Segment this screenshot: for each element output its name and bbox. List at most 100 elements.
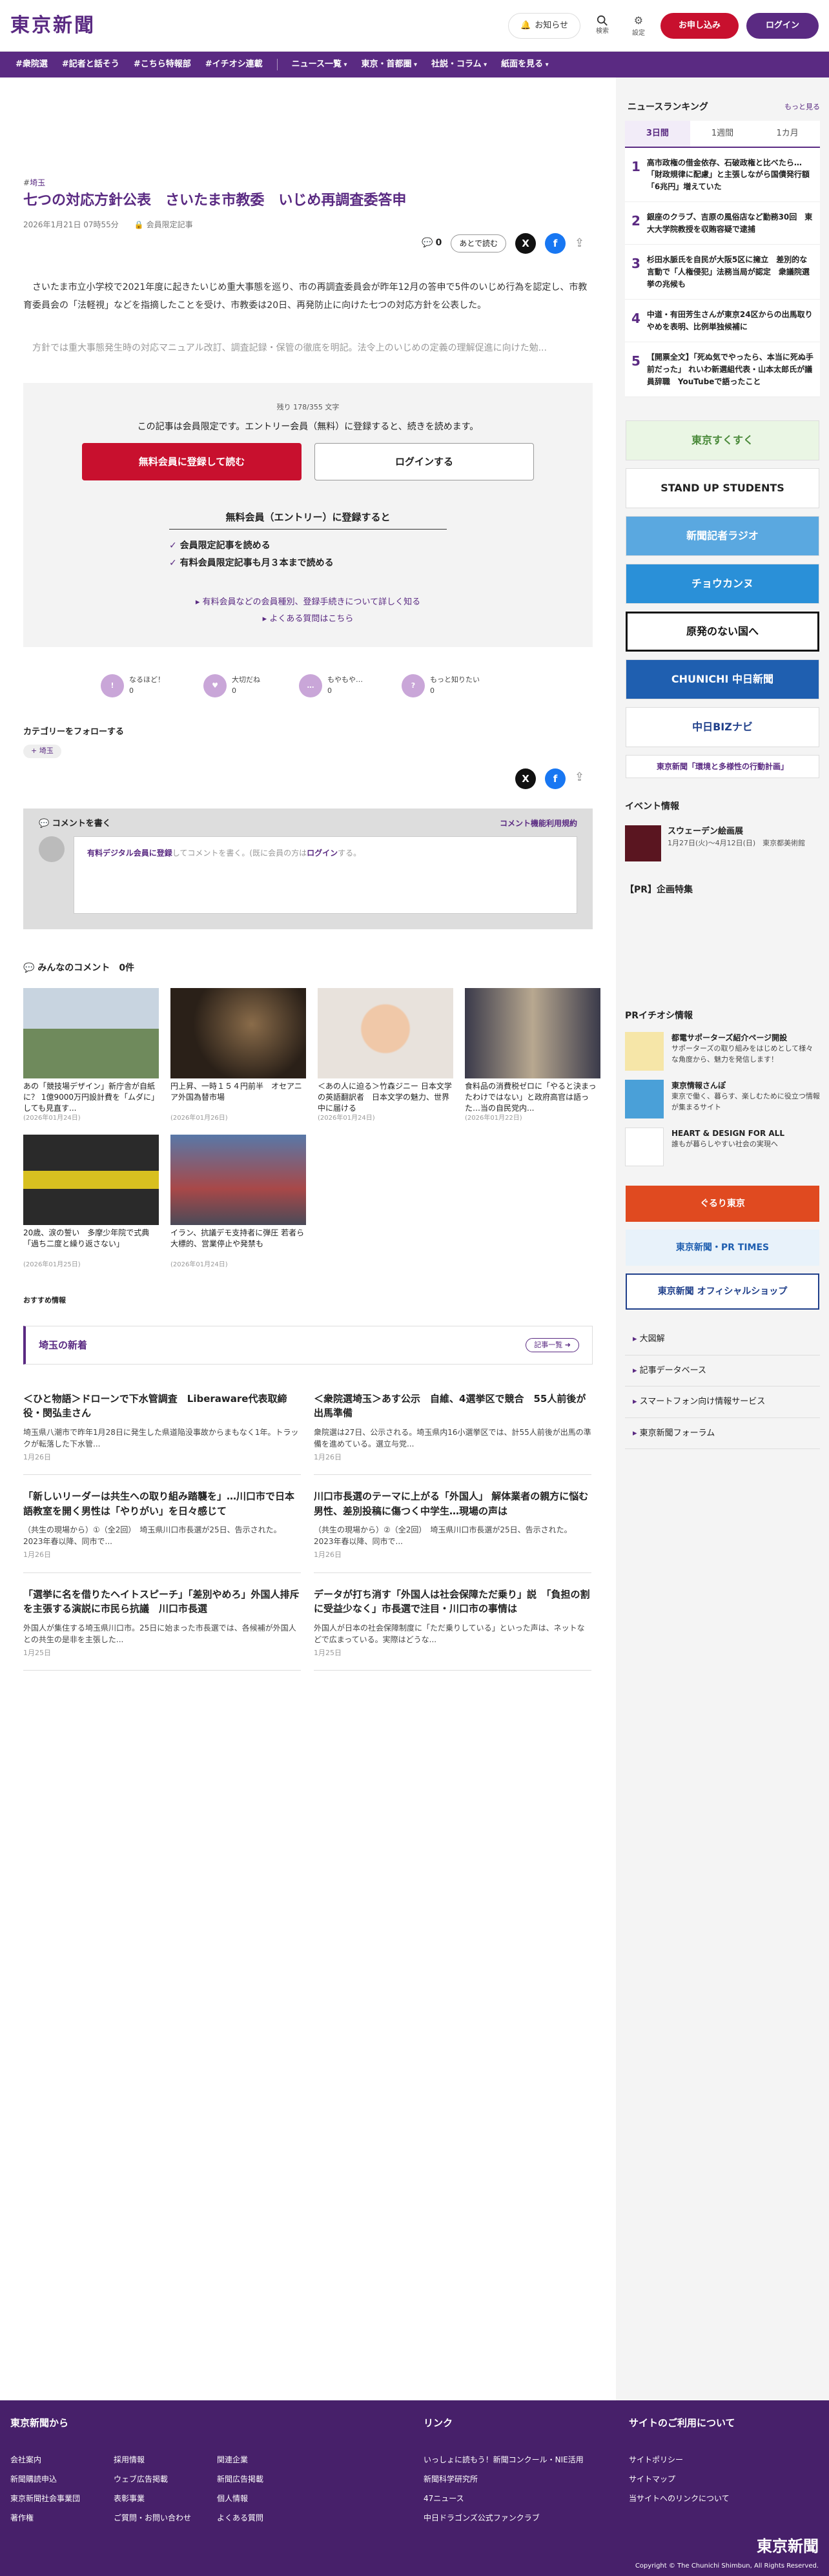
reaction-button[interactable]: ? もっと知りたい 0 (402, 674, 480, 697)
news-more-button[interactable]: 記事一覧 ➜ (526, 1337, 579, 1353)
share-icon[interactable]: ⇪ (575, 234, 593, 252)
footer-link[interactable]: 関連企業 (217, 2454, 314, 2466)
footer-link[interactable]: いっしょに読もう！新聞コンクール・NIE活用 (424, 2454, 629, 2466)
question-icon: ? (402, 674, 425, 697)
footer-link[interactable]: 個人情報 (217, 2493, 314, 2504)
tab-3days[interactable]: 3日間 (625, 121, 690, 147)
comment-count[interactable]: 💬 0 (422, 236, 442, 250)
membership-info-link[interactable]: 有料会員などの会員種別、登録手続きについて詳しく知る (196, 597, 420, 607)
news-item[interactable]: ＜ひと物語＞ドローンで下水管調査 Liberaware代表取締役・閔弘圭さん 埼玉… (23, 1377, 301, 1476)
side-link[interactable]: スマートフォン向け情報サービス (625, 1386, 820, 1418)
banner[interactable]: CHUNICHI 中日新聞 (626, 659, 819, 700)
pr-item[interactable]: 都電サポーターズ紹介ページ開設 サポーターズの取り組みをはじめとして様々な角度から… (625, 1032, 820, 1071)
banner[interactable]: チョウカンヌ (626, 564, 819, 604)
side-link[interactable]: 大図解 (625, 1324, 820, 1355)
faq-link[interactable]: よくある質問はこちら (263, 614, 354, 624)
side-banner[interactable]: ぐるり東京 (626, 1186, 819, 1222)
lock-icon: 🔒 (134, 220, 144, 229)
x-share-icon[interactable]: X (515, 232, 536, 254)
footer-link[interactable]: 表彰事業 (114, 2493, 210, 2504)
footer-link[interactable]: 新聞広告掲載 (217, 2473, 314, 2485)
site-logo[interactable]: 東京新聞 (10, 11, 96, 40)
paywall-login-button[interactable]: ログインする (314, 443, 534, 481)
pr-thumbnail (625, 1128, 664, 1167)
event-item[interactable]: スウェーデン絵画展 1月27日(火)〜4月12日(日) 東京都美術館 (625, 825, 820, 862)
photo-card[interactable]: 食料品の消費税ゼロに「やると決まったわけではない」と政府高官は語った…当の自民党… (465, 988, 600, 1123)
side-banner[interactable]: 東京新聞・PR TIMES (626, 1230, 819, 1266)
nav-item[interactable]: 東京・首都圏 (362, 58, 418, 71)
reaction-button[interactable]: ! なるほど！ 0 (101, 674, 165, 697)
avatar (39, 836, 65, 863)
photo-card[interactable]: ＜あの人に迫る＞竹森ジニー 日本文学の英語翻訳者 日本文学の魅力、世界中に届ける… (318, 988, 453, 1123)
footer-link[interactable]: サイトマップ (629, 2473, 816, 2485)
tab-1month[interactable]: 1カ月 (755, 121, 821, 147)
banner[interactable]: 中日BIZナビ (626, 707, 819, 748)
ranking-item[interactable]: 2 銀座のクラブ、吉原の風俗店など勤務30回 東大大学院教授を収賄容疑で逮捕 (625, 202, 820, 245)
heart-icon: ♥ (203, 674, 227, 697)
footer-link[interactable]: 著作権 (10, 2512, 107, 2524)
side-banner[interactable]: 東京新聞 オフィシャルショップ (626, 1273, 819, 1310)
x-share-icon[interactable]: X (515, 768, 536, 789)
news-item[interactable]: 川口市長選のテーマに上がる「外国人」 解体業者の親方に悩む男性、差別投稿に傷つく… (314, 1475, 591, 1573)
facebook-share-icon[interactable]: f (545, 232, 566, 254)
site-footer: 東京新聞から 会社案内 採用情報 関連企業 新聞購読申込 ウェブ広告掲載 新聞広… (0, 2400, 829, 2576)
subscribe-button[interactable]: お申し込み (660, 12, 739, 39)
nav-item[interactable]: 社説・コラム (431, 58, 487, 71)
comment-input[interactable]: 有料デジタル会員に登録してコメントを書く。(既に会員の方はログインする。 (74, 836, 577, 914)
ranking-item[interactable]: 1 高市政権の借金依存、石破政権と比べたら…「財政規律に配慮」と主張しながら国債発… (625, 148, 820, 203)
banner[interactable]: 東京すくすく (626, 420, 819, 461)
login-button[interactable]: ログイン (746, 12, 819, 39)
ranking-item[interactable]: 3 杉田水脈氏を自民が大阪5区に擁立 差別的な言動で「人権侵犯」法務当局が認定 衆… (625, 245, 820, 300)
pr-item[interactable]: HEART & DESIGN FOR ALL 誰もが暮らしやすい社会の実現へ (625, 1128, 820, 1167)
category-chip[interactable]: + 埼玉 (23, 745, 61, 758)
search-button[interactable]: 検索 (588, 15, 617, 36)
nav-item[interactable]: ニュース一覧 (292, 58, 347, 71)
side-link[interactable]: 記事データベース (625, 1355, 820, 1387)
banner[interactable]: STAND UP STUDENTS (626, 468, 819, 509)
nav-item[interactable]: #イチオシ連載 (205, 58, 263, 71)
ranking-item[interactable]: 4 中道・有田芳生さんが東京24区からの出馬取りやめを表明、比例単独候補に (625, 300, 820, 343)
news-item[interactable]: 「選挙に名を借りたヘイトスピーチ」「差別やめろ」外国人排斥を主張する演説に市民ら… (23, 1573, 301, 1671)
photo-card[interactable]: イラン、抗議デモ支持者に弾圧 若者ら大標的、営業停止や発禁も (2026年01月2… (170, 1135, 306, 1270)
footer-link[interactable]: ウェブ広告掲載 (114, 2473, 210, 2485)
footer-link[interactable]: 47ニュース (424, 2493, 629, 2504)
pr-item[interactable]: 東京情報さんぽ 東京で働く、暮らす、楽しむために役立つ情報が集まるサイト (625, 1080, 820, 1119)
footer-link[interactable]: 当サイトへのリンクについて (629, 2493, 816, 2504)
settings-button[interactable]: ⚙ 設定 (624, 13, 653, 38)
news-item[interactable]: 「新しいリーダーは共生への取り組み踏襲を」…川口市で日本語教室を開く男性は「やり… (23, 1475, 301, 1573)
free-register-button[interactable]: 無料会員に登録して読む (82, 443, 302, 481)
news-item[interactable]: ＜衆院選埼玉＞あす公示 自維、4選挙区で競合 55人前後が出馬準備 衆院選は27日… (314, 1377, 591, 1476)
footer-link[interactable]: よくある質問 (217, 2512, 314, 2524)
nav-item[interactable]: #記者と話そう (62, 58, 119, 71)
footer-link[interactable]: 新聞購読申込 (10, 2473, 107, 2485)
footer-link[interactable]: 採用情報 (114, 2454, 210, 2466)
notice-button[interactable]: 🔔 お知らせ (508, 12, 580, 39)
photo-card[interactable]: 円上昇、一時１５４円前半 オセアニア外国為替市場 (2026年01月26日) (170, 988, 306, 1123)
comment-rules-link[interactable]: コメント機能利用規約 (500, 818, 577, 830)
footer-link[interactable]: 東京新聞社会事業団 (10, 2493, 107, 2504)
ranking-item[interactable]: 5 【開票全文】「死ぬ気でやったら、本当に死ぬ手前だった」 れいわ新選組代表・山本… (625, 342, 820, 398)
article-tag[interactable]: #埼玉 (23, 177, 593, 189)
read-later-button[interactable]: あとで読む (451, 234, 506, 252)
share-icon[interactable]: ⇪ (575, 768, 593, 787)
nav-item[interactable]: 紙面を見る (501, 58, 549, 71)
footer-link[interactable]: サイトポリシー (629, 2454, 816, 2466)
footer-link[interactable]: 会社案内 (10, 2454, 107, 2466)
nav-item[interactable]: #衆院選 (15, 58, 48, 71)
banner[interactable]: 原発のない国へ (626, 612, 819, 652)
nav-item[interactable]: #こちら特報部 (134, 58, 191, 71)
tab-1week[interactable]: 1週間 (690, 121, 755, 147)
banner[interactable]: 東京新聞「環境と多様性の行動計画」 (626, 755, 819, 779)
photo-card[interactable]: あの「競技場デザイン」新庁舎が自紙に？ 1億9000万円設計費を「ムダに」しても… (23, 988, 159, 1123)
footer-link[interactable]: ご質問・お問い合わせ (114, 2512, 210, 2524)
reaction-button[interactable]: … もやもや… 0 (299, 674, 363, 697)
banner[interactable]: 新聞記者ラジオ (626, 516, 819, 557)
footer-link[interactable]: 中日ドラゴンズ公式ファンクラブ (424, 2512, 629, 2524)
photo-card[interactable]: 20歳、涙の誓い 多摩少年院で式典「過ち二度と繰り返さない」 (2026年01月2… (23, 1135, 159, 1270)
facebook-share-icon[interactable]: f (545, 768, 566, 789)
news-item[interactable]: データが打ち消す「外国人は社会保障ただ乗り」説 「負担の割に受益少なく」市長選で… (314, 1573, 591, 1671)
footer-link[interactable]: 新聞科学研究所 (424, 2473, 629, 2485)
side-link[interactable]: 東京新聞フォーラム (625, 1418, 820, 1450)
ranking-more-link[interactable]: もっと見る (784, 102, 820, 113)
reaction-button[interactable]: ♥ 大切だね 0 (203, 674, 260, 697)
